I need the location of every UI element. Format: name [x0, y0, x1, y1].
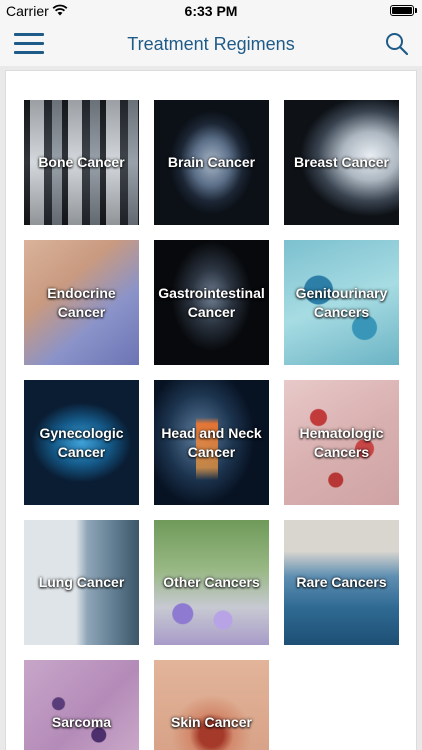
- navigation-bar: Treatment Regimens: [0, 22, 422, 66]
- search-icon[interactable]: [384, 31, 410, 57]
- tile-brain-cancer[interactable]: Brain Cancer: [154, 100, 269, 225]
- tile-rare-cancers[interactable]: Rare Cancers: [284, 520, 399, 645]
- tile-label: Endocrine Cancer: [47, 284, 116, 320]
- tile-label: Gynecologic Cancer: [39, 424, 124, 460]
- tile-label: Hematologic Cancers: [299, 424, 384, 460]
- tile-sarcoma[interactable]: Sarcoma: [24, 660, 139, 750]
- tile-gynecologic-cancer[interactable]: Gynecologic Cancer: [24, 380, 139, 505]
- battery-tip: [415, 8, 417, 13]
- tile-label: Rare Cancers: [296, 574, 387, 590]
- tile-label: Genitourinary Cancers: [295, 284, 388, 320]
- tile-label: Bone Cancer: [38, 154, 125, 170]
- tile-label: Skin Cancer: [171, 714, 252, 730]
- category-panel: Bone Cancer Brain Cancer Breast Cancer E…: [5, 70, 417, 750]
- tile-label: Breast Cancer: [294, 154, 389, 170]
- tile-head-and-neck-cancer[interactable]: Head and Neck Cancer: [154, 380, 269, 505]
- tile-other-cancers[interactable]: Other Cancers: [154, 520, 269, 645]
- content-area: Bone Cancer Brain Cancer Breast Cancer E…: [0, 66, 422, 750]
- battery-icon: [390, 5, 414, 16]
- tile-bone-cancer[interactable]: Bone Cancer: [24, 100, 139, 225]
- tile-label: Brain Cancer: [167, 154, 256, 170]
- tile-label: Head and Neck Cancer: [161, 424, 262, 460]
- tile-label: Sarcoma: [51, 714, 112, 730]
- tile-label: Other Cancers: [163, 574, 260, 590]
- tile-hematologic-cancers[interactable]: Hematologic Cancers: [284, 380, 399, 505]
- status-bar: Carrier 6:33 PM: [0, 0, 422, 22]
- tile-breast-cancer[interactable]: Breast Cancer: [284, 100, 399, 225]
- status-time: 6:33 PM: [184, 3, 238, 19]
- tile-gastrointestinal-cancer[interactable]: Gastrointestinal Cancer: [154, 240, 269, 365]
- tile-genitourinary-cancers[interactable]: Genitourinary Cancers: [284, 240, 399, 365]
- page-title: Treatment Regimens: [127, 34, 295, 54]
- tile-endocrine-cancer[interactable]: Endocrine Cancer: [24, 240, 139, 365]
- tile-label: Lung Cancer: [38, 574, 125, 590]
- tile-lung-cancer[interactable]: Lung Cancer: [24, 520, 139, 645]
- tile-skin-cancer[interactable]: Skin Cancer: [154, 660, 269, 750]
- tile-label: Gastrointestinal Cancer: [158, 284, 265, 320]
